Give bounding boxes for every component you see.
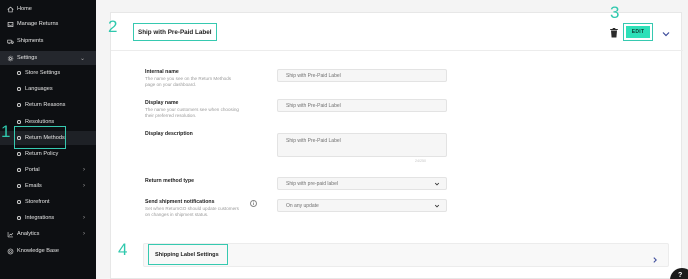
annotation-number-3: 3 — [610, 3, 620, 22]
chevron-down-icon: ⌄ — [79, 55, 85, 62]
inbox-icon — [7, 21, 14, 28]
chevron-down-icon — [434, 203, 440, 209]
display-name-label: Display name — [145, 100, 179, 106]
sidebar-item-return-reasons[interactable]: Return Reasons — [0, 98, 96, 112]
panel-title: Ship with Pre-Paid Label — [133, 23, 217, 41]
chart-icon — [7, 231, 14, 238]
return-method-type-label: Return method type — [145, 178, 194, 184]
sidebar-item-settings[interactable]: Settings ⌄ — [0, 51, 96, 65]
panel-header: Ship with Pre-Paid Label EDIT — [111, 13, 683, 51]
sidebar-item-analytics[interactable]: Analytics › — [0, 227, 96, 241]
bullet-icon — [17, 200, 21, 204]
shipment-notifications-value: On any update — [286, 202, 319, 209]
chevron-right-icon[interactable] — [651, 251, 659, 263]
display-name-value: Ship with Pre-Paid Label — [286, 102, 341, 109]
sidebar-item-store-settings[interactable]: Store Settings — [0, 66, 96, 80]
return-method-type-select[interactable]: Ship with pre-paid label — [277, 177, 447, 190]
sidebar-item-storefront[interactable]: Storefront — [0, 195, 96, 209]
sidebar-item-label: Languages — [25, 86, 53, 92]
bullet-icon — [17, 120, 21, 124]
sidebar-item-label: Settings — [17, 55, 38, 61]
book-icon — [7, 248, 14, 255]
sidebar-item-label: Store Settings — [25, 70, 61, 76]
sidebar-item-return-policy[interactable]: Return Policy — [0, 147, 96, 161]
bullet-icon — [17, 87, 21, 91]
sidebar: Home Manage Returns Shipments Settings ⌄… — [0, 0, 96, 279]
bullet-icon — [17, 168, 21, 172]
chevron-down-icon — [434, 181, 440, 187]
annotation-number-1: 1 — [1, 122, 11, 141]
sidebar-item-label: Shipments — [17, 38, 44, 44]
internal-name-label: Internal name — [145, 69, 179, 75]
sidebar-item-label: Return Reasons — [25, 102, 66, 108]
gear-icon — [7, 55, 14, 62]
sidebar-item-emails[interactable]: Emails › — [0, 179, 96, 193]
bullet-icon — [17, 103, 21, 107]
character-counter: 24/250 — [415, 159, 426, 163]
internal-name-value: Ship with Pre-Paid Label — [286, 72, 341, 79]
annotation-number-4: 4 — [118, 240, 128, 259]
sidebar-item-label: Knowledge Base — [17, 248, 59, 254]
chevron-right-icon: › — [83, 215, 85, 221]
return-method-type-value: Ship with pre-paid label — [286, 180, 338, 187]
shipping-label-settings-label: Shipping Label Settings — [148, 244, 228, 265]
home-icon — [7, 6, 14, 13]
sidebar-item-label: Analytics — [17, 231, 40, 237]
bullet-icon — [17, 71, 21, 75]
sidebar-item-label: Portal — [25, 167, 40, 173]
info-icon[interactable]: i — [250, 200, 257, 207]
shipment-notifications-label: Send shipment notifications — [145, 199, 215, 205]
help-question-icon: ? — [678, 272, 683, 279]
edit-button-label: EDIT — [626, 26, 650, 38]
chevron-right-icon: › — [83, 183, 85, 189]
shipment-notifications-help: Set when ReturnGO should update customer… — [145, 206, 239, 218]
sidebar-item-label: Return Policy — [25, 151, 59, 157]
sidebar-item-integrations[interactable]: Integrations › — [0, 211, 96, 225]
display-description-label: Display description — [145, 131, 193, 137]
bullet-icon — [17, 152, 21, 156]
return-method-panel: Ship with Pre-Paid Label EDIT Internal n… — [110, 12, 683, 279]
sidebar-item-knowledge-base[interactable]: Knowledge Base — [0, 244, 96, 258]
internal-name-help: The name you see on the Return Methods p… — [145, 76, 232, 88]
display-name-field[interactable]: Ship with Pre-Paid Label — [277, 99, 447, 112]
sidebar-item-portal[interactable]: Portal › — [0, 163, 96, 177]
sidebar-item-label: Emails — [25, 183, 42, 189]
chevron-right-icon: › — [83, 231, 85, 237]
sidebar-item-label: Storefront — [25, 199, 50, 205]
internal-name-field[interactable]: Ship with Pre-Paid Label — [277, 69, 447, 82]
bullet-icon — [17, 216, 21, 220]
sidebar-item-label: Manage Returns — [17, 21, 59, 27]
display-description-textarea[interactable]: Ship with Pre-Paid Label — [277, 133, 447, 157]
edit-button[interactable]: EDIT — [623, 23, 653, 41]
shipment-notifications-select[interactable]: On any update — [277, 199, 447, 212]
display-description-value: Ship with Pre-Paid Label — [286, 138, 341, 144]
display-name-help: The name your customers see when choosin… — [145, 107, 239, 119]
bullet-icon — [17, 184, 21, 188]
sidebar-item-label: Resolutions — [25, 119, 55, 125]
chevron-down-icon[interactable] — [661, 26, 671, 37]
sidebar-item-label: Home — [17, 6, 32, 12]
annotation-highlight-return-methods — [14, 126, 66, 149]
trash-icon[interactable] — [609, 26, 619, 38]
chevron-right-icon: › — [83, 167, 85, 173]
sidebar-item-home[interactable]: Home — [0, 2, 96, 16]
sidebar-item-shipments[interactable]: Shipments — [0, 34, 96, 48]
sidebar-item-label: Integrations — [25, 215, 55, 221]
annotation-number-2: 2 — [108, 17, 118, 36]
main-content: Ship with Pre-Paid Label EDIT Internal n… — [96, 0, 688, 279]
sidebar-item-manage-returns[interactable]: Manage Returns — [0, 17, 96, 31]
sidebar-item-languages[interactable]: Languages — [0, 82, 96, 96]
truck-icon — [7, 38, 14, 45]
